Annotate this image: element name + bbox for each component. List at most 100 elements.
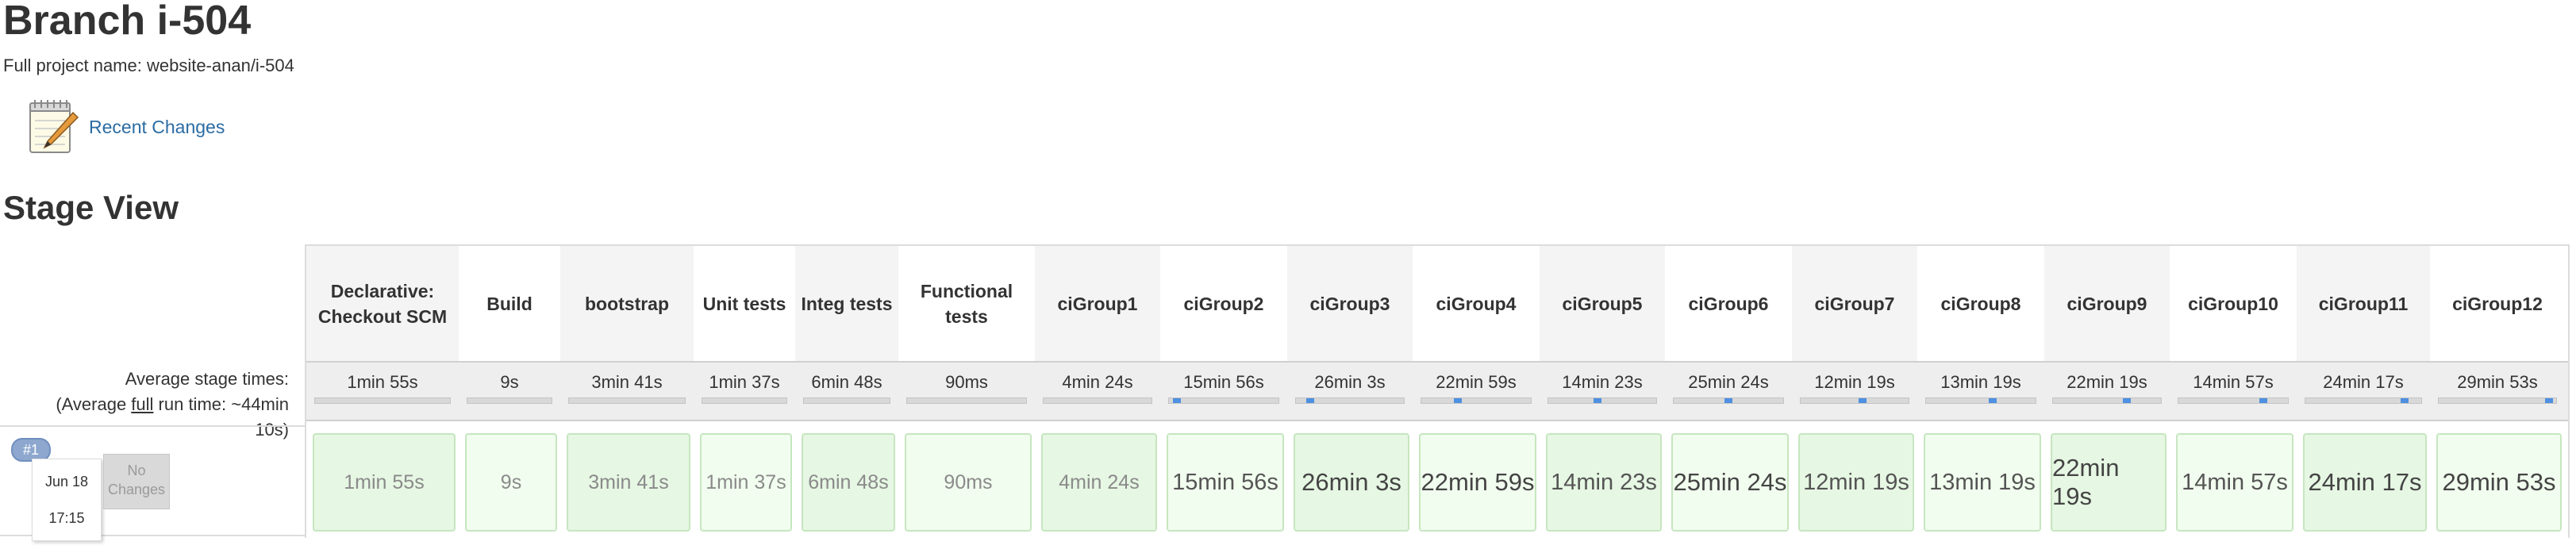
stage-run-cell-stage-13[interactable]: 12min 19s [1792, 424, 1917, 538]
stage-progress-fill [1453, 398, 1462, 403]
stage-header-stage-3: bootstrap [560, 246, 694, 361]
stage-run-duration[interactable]: 25min 24s [1671, 433, 1789, 532]
stage-header-stage-6: Functional tests [920, 280, 1013, 327]
recent-changes-link[interactable]: Recent Changes [25, 98, 225, 155]
stage-run-cell-stage-11[interactable]: 14min 23s [1540, 424, 1665, 538]
stage-average-stage-18: 29min 53s [2430, 363, 2565, 420]
stage-progress-bar [702, 397, 787, 404]
page-title: Branch i-504 [3, 0, 252, 44]
stage-run-duration[interactable]: 14min 57s [2176, 433, 2293, 532]
stage-progress-fill [2544, 398, 2553, 403]
stage-average-time: 6min 48s [811, 372, 882, 392]
stage-run-duration[interactable]: 22min 59s [1419, 433, 1536, 532]
build-time: 17:15 [48, 510, 85, 526]
stage-progress-bar [906, 397, 1027, 404]
recent-changes-label[interactable]: Recent Changes [89, 117, 225, 138]
stage-view-title: Stage View [3, 189, 179, 226]
stage-progress-fill [1173, 398, 1182, 403]
stage-progress-bar [803, 397, 890, 404]
stage-header-stage-14: ciGroup8 [1940, 293, 2021, 314]
stage-run-duration[interactable]: 3min 41s [567, 433, 690, 532]
stage-average-time: 22min 19s [2067, 372, 2147, 392]
build-date-box[interactable]: Jun 18 17:15 [32, 459, 102, 541]
stage-progress-bar [1043, 397, 1152, 404]
stage-average-stage-4: 1min 37s [694, 363, 795, 420]
stage-run-duration[interactable]: 14min 23s [1546, 433, 1662, 532]
stage-average-stage-15: 22min 19s [2044, 363, 2170, 420]
avg-line-1: Average stage times: [125, 369, 289, 389]
stage-average-stage-14: 13min 19s [1917, 363, 2044, 420]
stage-run-cell-stage-8[interactable]: 15min 56s [1160, 424, 1287, 538]
stage-progress-fill [2123, 398, 2132, 403]
stage-run-row: 1min 55s 9s 3min 41s 1min 37s 6min 48s 90ms 4m… [306, 424, 2568, 538]
stage-progress-fill [1724, 398, 1732, 403]
stage-header-stage-4: Unit tests [702, 293, 786, 314]
stage-progress-bar [1168, 397, 1279, 404]
stage-run-duration[interactable]: 29min 53s [2436, 433, 2562, 532]
full-run-time-link[interactable]: full [131, 394, 153, 414]
stage-average-stage-9: 26min 3s [1287, 363, 1413, 420]
stage-average-time: 12min 19s [1814, 372, 1895, 392]
stage-run-cell-stage-18[interactable]: 29min 53s [2430, 424, 2565, 538]
stage-average-stage-13: 12min 19s [1792, 363, 1917, 420]
stage-run-duration[interactable]: 4min 24s [1041, 433, 1157, 532]
stage-average-time: 25min 24s [1688, 372, 1769, 392]
stage-average-time: 13min 19s [1940, 372, 2021, 392]
stage-progress-fill [1989, 398, 1997, 403]
stage-progress-bar [1925, 397, 2036, 404]
build-row: #1 Jun 18 17:15 No Changes [0, 425, 305, 541]
stage-run-cell-stage-14[interactable]: 13min 19s [1917, 424, 2044, 538]
stage-progress-bar [2305, 397, 2422, 404]
stage-average-time: 15min 56s [1183, 372, 1264, 392]
stage-average-time: 24min 17s [2323, 372, 2404, 392]
stage-run-cell-stage-3[interactable]: 3min 41s [560, 424, 694, 538]
stage-average-time: 3min 41s [591, 372, 663, 392]
stage-progress-fill [1305, 398, 1314, 403]
stage-run-cell-stage-9[interactable]: 26min 3s [1287, 424, 1413, 538]
stage-header-stage-7: ciGroup1 [1035, 246, 1160, 361]
stage-run-cell-stage-1[interactable]: 1min 55s [306, 424, 459, 538]
stage-average-time: 29min 53s [2457, 372, 2538, 392]
stage-run-cell-stage-12[interactable]: 25min 24s [1665, 424, 1792, 538]
stage-progress-fill [2400, 398, 2409, 403]
stage-header-stage-11: ciGroup5 [1540, 246, 1665, 361]
stage-run-duration[interactable]: 6min 48s [802, 433, 895, 532]
stage-average-time: 9s [500, 372, 519, 392]
stage-progress-bar [1673, 397, 1784, 404]
stage-progress-bar [1800, 397, 1909, 404]
stage-run-cell-stage-7[interactable]: 4min 24s [1035, 424, 1160, 538]
avg-line-2-post: run time: ~44min [153, 394, 289, 414]
stage-run-duration[interactable]: 12min 19s [1798, 433, 1914, 532]
stage-run-cell-stage-10[interactable]: 22min 59s [1413, 424, 1540, 538]
stage-run-duration[interactable]: 9s [465, 433, 557, 532]
stage-average-time: 4min 24s [1062, 372, 1133, 392]
stage-run-duration[interactable]: 90ms [905, 433, 1032, 532]
stage-average-stage-12: 25min 24s [1665, 363, 1792, 420]
stage-run-cell-stage-15[interactable]: 22min 19s [2044, 424, 2170, 538]
stage-run-duration[interactable]: 26min 3s [1294, 433, 1409, 532]
stage-run-cell-stage-5[interactable]: 6min 48s [795, 424, 898, 538]
stage-header-stage-17: ciGroup11 [2297, 246, 2430, 361]
stage-run-cell-stage-17[interactable]: 24min 17s [2297, 424, 2430, 538]
stage-run-duration[interactable]: 13min 19s [1924, 433, 2041, 532]
stage-run-duration[interactable]: 24min 17s [2303, 433, 2427, 532]
stage-run-cell-stage-6[interactable]: 90ms [898, 424, 1035, 538]
full-project-name: Full project name: website-anan/i-504 [3, 56, 294, 75]
stage-run-duration[interactable]: 1min 37s [700, 433, 792, 532]
stage-average-time: 1min 55s [347, 372, 418, 392]
stage-progress-fill [1593, 398, 1601, 403]
stage-header-stage-2: Build [486, 293, 533, 314]
build-date: Jun 18 [44, 474, 89, 489]
stage-average-time: 90ms [945, 372, 988, 392]
stage-average-time: 14min 57s [2193, 372, 2274, 392]
stage-run-duration[interactable]: 22min 19s [2051, 433, 2167, 532]
stage-run-cell-stage-2[interactable]: 9s [459, 424, 560, 538]
stage-run-cell-stage-16[interactable]: 14min 57s [2170, 424, 2297, 538]
stage-table: Declarative: Checkout SCM Build bootstrap U… [305, 244, 2570, 538]
stage-progress-fill [2259, 398, 2268, 403]
stage-run-duration[interactable]: 15min 56s [1167, 433, 1284, 532]
stage-run-cell-stage-4[interactable]: 1min 37s [694, 424, 795, 538]
stage-average-stage-3: 3min 41s [560, 363, 694, 420]
stage-progress-fill [1859, 398, 1867, 403]
stage-run-duration[interactable]: 1min 55s [313, 433, 456, 532]
